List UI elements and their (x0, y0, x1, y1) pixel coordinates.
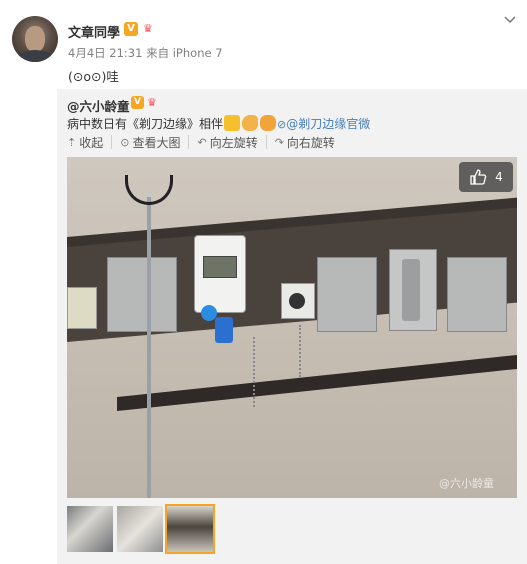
smile-emoji-icon (224, 115, 241, 131)
rotate-right-button[interactable]: ↷ 向右旋转 (274, 135, 343, 150)
thumbs-up-icon (470, 169, 487, 185)
image-toolbar: ⇡ 收起 ⊙ 查看大图 ↶ 向左旋转 ↷ 向右旋转 (67, 135, 351, 151)
mention-link-text: 剃刀边缘官微 (298, 117, 371, 131)
magnifier-icon: ⊙ (120, 135, 130, 149)
photo-watermark: @六小龄童 (439, 477, 494, 490)
author-name[interactable]: 文章同學 (68, 22, 120, 41)
avatar[interactable] (12, 16, 58, 62)
vip-crown-icon: ♛ (143, 22, 153, 35)
verified-badge-icon: V (124, 22, 138, 36)
photo-handle-bar (402, 259, 420, 321)
view-large-label: 查看大图 (132, 135, 181, 150)
rotate-right-label: 向右旋转 (286, 135, 335, 150)
like-button[interactable]: 4 (459, 162, 513, 192)
thumbnail-strip (67, 504, 215, 554)
photo-plate-3 (447, 257, 507, 332)
main-photo[interactable]: 4 @六小龄童 (67, 157, 517, 498)
arrow-up-icon: ⇡ (67, 135, 77, 149)
weibo-post: 文章同學 V ♛ 4月4日 21:31 来自 iPhone 7 (⊙o⊙)哇 @… (0, 0, 527, 564)
photo-flowmeter-screen (203, 256, 237, 278)
photo-chain-2 (299, 325, 301, 377)
photo-plate-1 (107, 257, 177, 332)
repost-author[interactable]: @六小龄童 (67, 96, 130, 115)
collapse-label: 收起 (79, 135, 104, 150)
handshake-emoji-icon (260, 115, 277, 131)
link-icon: ⊘ (277, 118, 287, 131)
mention-link[interactable]: @剃刀边缘官微 (286, 117, 370, 131)
avatar-face (25, 26, 45, 52)
repost-vip-crown-icon: ♛ (147, 96, 157, 109)
thumbs-up-emoji-icon (242, 115, 259, 131)
rotate-left-button[interactable]: ↶ 向左旋转 (197, 135, 267, 150)
like-count: 4 (495, 170, 503, 184)
post-text: (⊙o⊙)哇 (68, 69, 119, 84)
repost-text: 病中数日有《剃刀边缘》相伴 ⊘@剃刀边缘官微 (67, 115, 370, 132)
rotate-left-icon: ↶ (197, 135, 207, 149)
avatar-body (16, 50, 54, 62)
photo-chain-1 (253, 337, 255, 407)
post-meta: 4月4日 21:31 来自 iPhone 7 (68, 46, 223, 60)
rotate-right-icon: ↷ (274, 135, 284, 149)
photo-plate-2 (317, 257, 377, 332)
repost-text-body: 病中数日有《剃刀边缘》相伴 (67, 117, 224, 131)
rotate-left-label: 向左旋转 (209, 135, 258, 150)
collapse-button[interactable]: ⇡ 收起 (67, 135, 113, 150)
repost-box: @六小龄童 V ♛ 病中数日有《剃刀边缘》相伴 ⊘@剃刀边缘官微 ⇡ 收起 ⊙ 查… (57, 89, 527, 564)
photo-outlet-hole (289, 293, 305, 309)
thumbnail[interactable] (117, 506, 163, 552)
photo-valve (215, 317, 233, 343)
thumbnail[interactable] (67, 506, 113, 552)
photo-iv-pole (147, 197, 151, 498)
view-large-button[interactable]: ⊙ 查看大图 (120, 135, 190, 150)
chevron-down-icon[interactable] (503, 14, 517, 26)
photo-switch (67, 287, 97, 329)
thumbnail-selected[interactable] (165, 504, 215, 554)
photo-flowmeter (194, 235, 246, 313)
repost-verified-badge-icon: V (131, 96, 144, 109)
